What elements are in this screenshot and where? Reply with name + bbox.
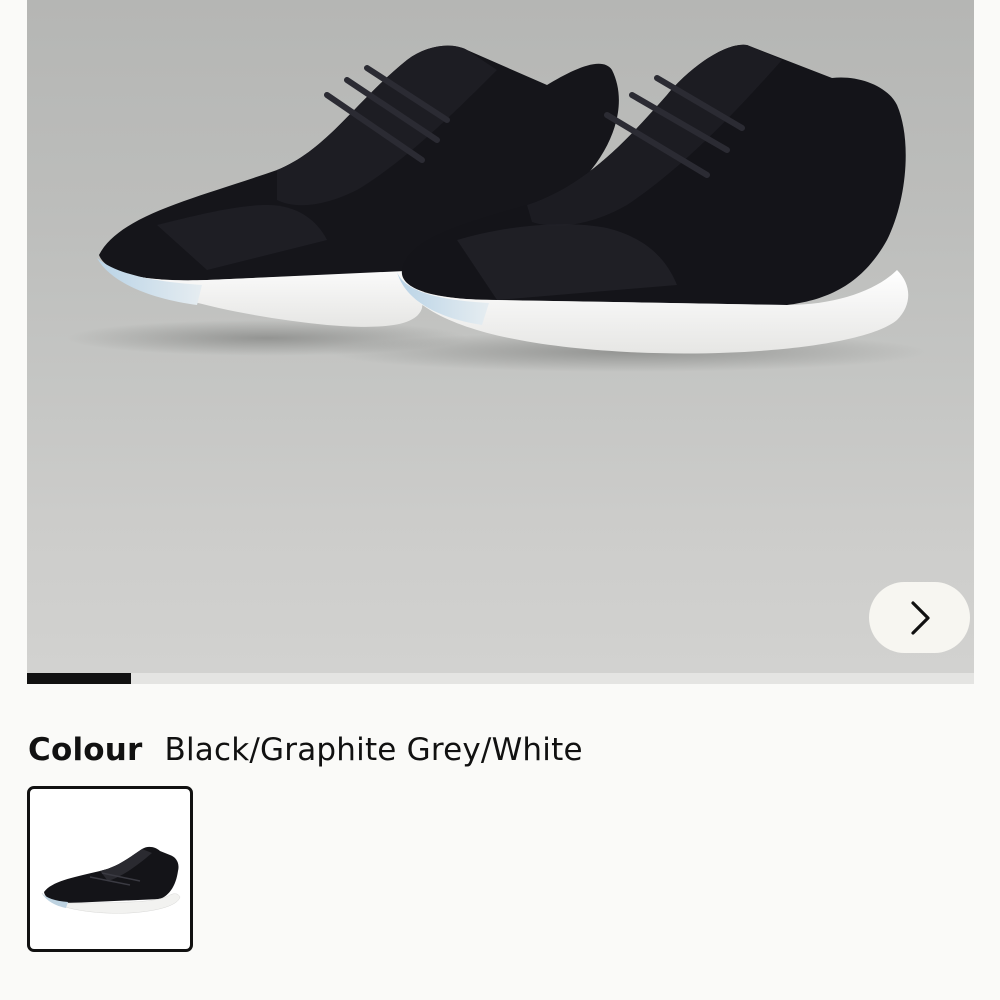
colour-selector-header: Colour Black/Graphite Grey/White: [28, 732, 583, 776]
product-image-gallery[interactable]: [27, 0, 974, 673]
next-image-button[interactable]: [869, 582, 970, 653]
colour-label: Colour: [28, 732, 143, 768]
gallery-progress-indicator: [27, 673, 132, 684]
colour-swatch-black-graphite-grey-white[interactable]: [27, 786, 193, 952]
gallery-progress-track: [27, 673, 974, 684]
selected-colour-value: Black/Graphite Grey/White: [164, 732, 583, 768]
product-page: Colour Black/Graphite Grey/White: [0, 0, 1000, 1000]
chevron-right-icon: [910, 600, 930, 635]
product-image: [67, 44, 927, 372]
swatch-shoe-thumbnail: [41, 846, 181, 914]
